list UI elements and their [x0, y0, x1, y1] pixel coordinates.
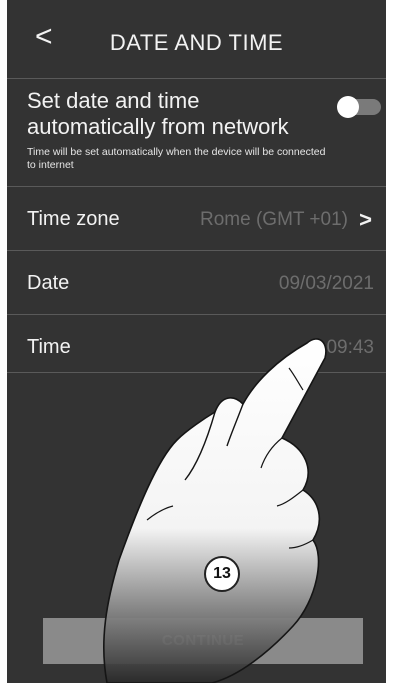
device-screen: < DATE AND TIME Set date and time automa… — [7, 0, 386, 683]
step-number-badge: 13 — [204, 556, 240, 592]
pointing-hand-icon — [103, 338, 327, 683]
hand-shape — [103, 338, 327, 683]
